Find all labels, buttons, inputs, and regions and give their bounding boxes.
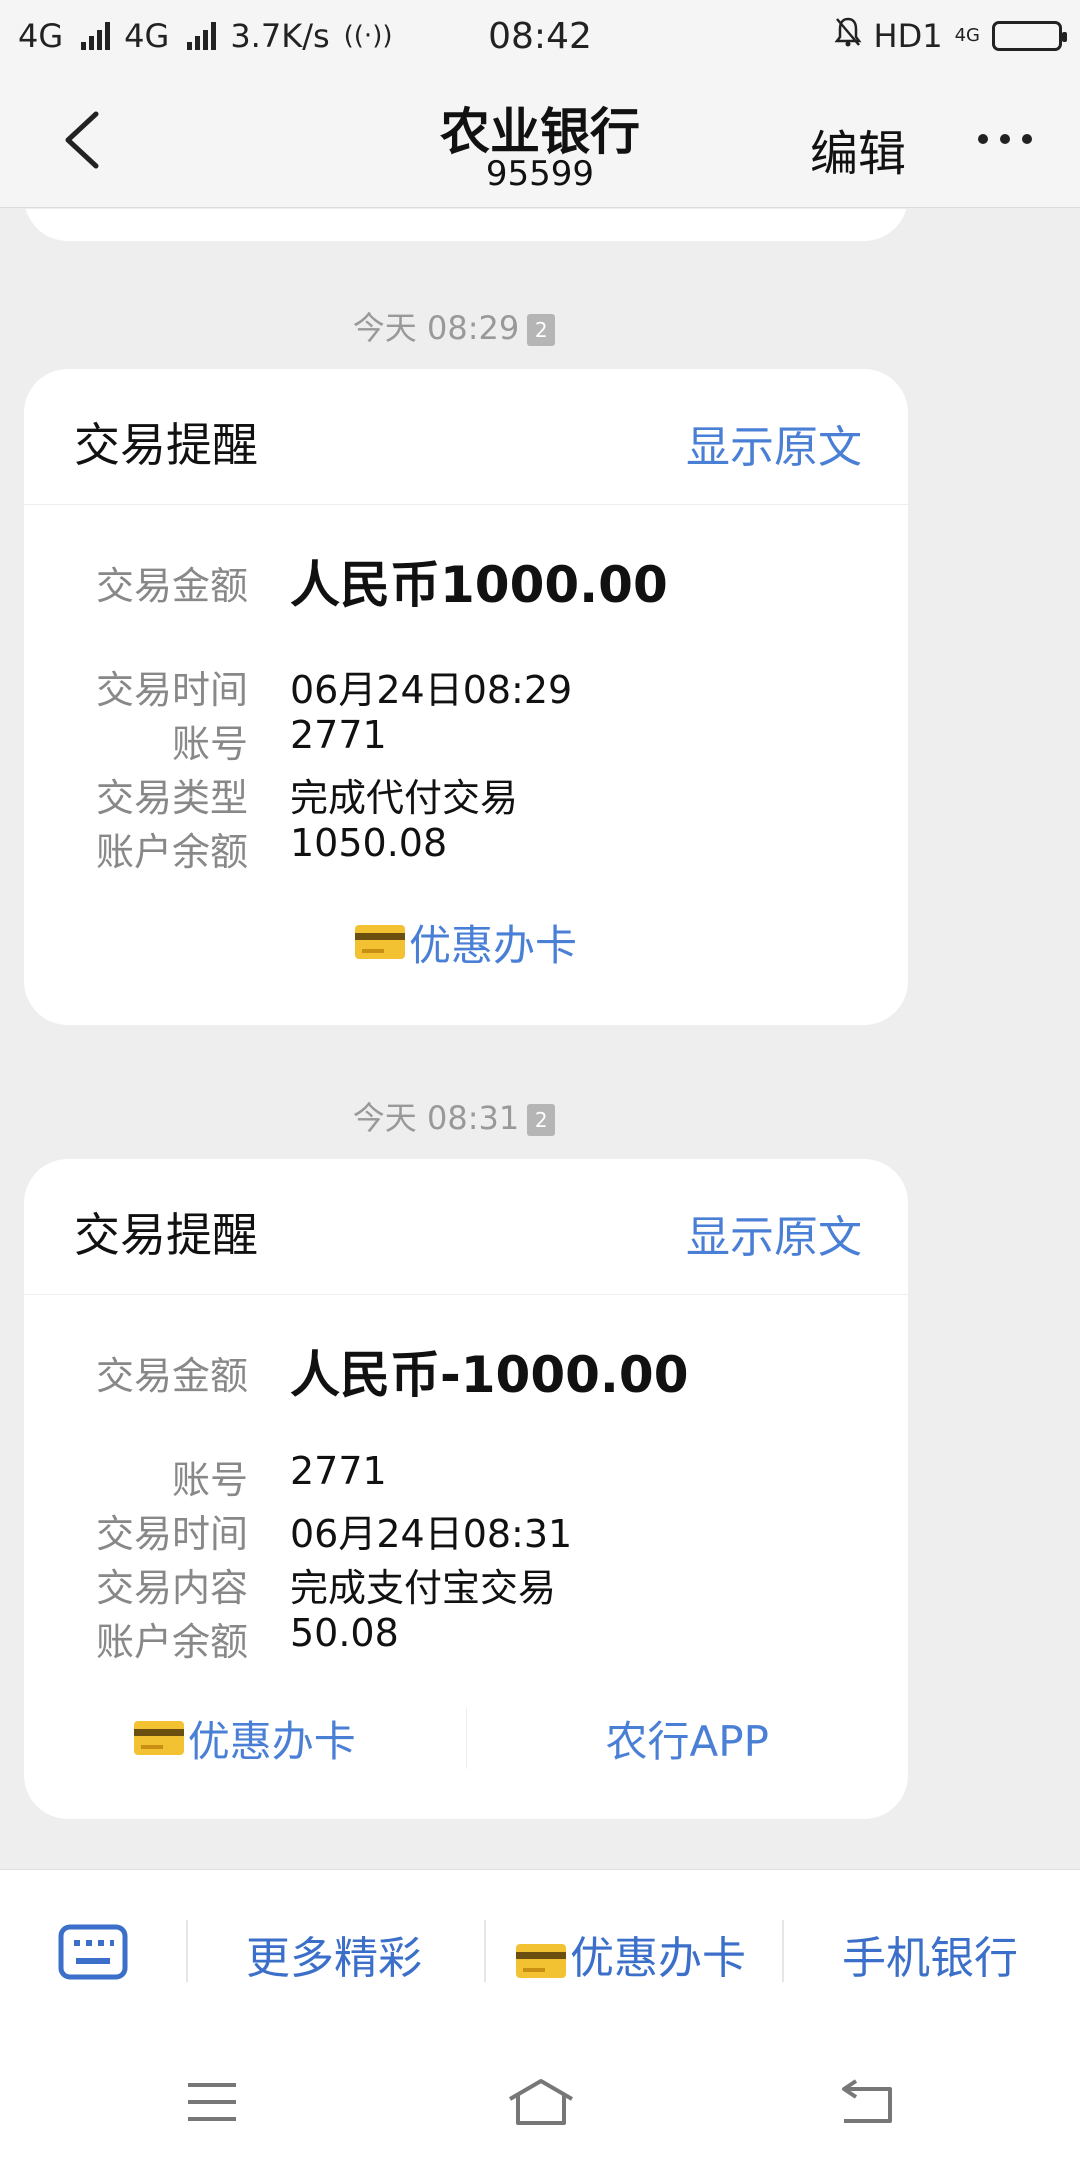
signal-icon [81, 22, 111, 50]
network-type-2: 4G [124, 17, 170, 55]
hd-indicator: HD1 [873, 17, 943, 55]
status-right: HD1 4G [834, 16, 1067, 56]
menu-mobile-banking[interactable]: 手机银行 [842, 1922, 1018, 1986]
edit-button[interactable]: 编辑 [810, 114, 906, 184]
system-nav-bar [0, 2035, 1080, 2160]
hotspot-icon: ((·)) [343, 21, 393, 51]
signal-icon [187, 22, 217, 50]
keyboard-toggle-button[interactable] [58, 1924, 128, 1980]
nav-bar: 农业银行 95599 编辑 [0, 72, 1080, 208]
card-header: 交易提醒 显示原文 [24, 1159, 908, 1295]
card-header: 交易提醒 显示原文 [24, 369, 908, 505]
previous-message-card[interactable] [24, 209, 908, 241]
menu-button[interactable] [182, 2077, 242, 2127]
keyboard-icon [58, 1924, 128, 1980]
menu-icon [188, 2083, 236, 2121]
message-card[interactable]: 交易提醒 显示原文 交易金额 人民币-1000.00 账号 2771 交易时间 … [24, 1159, 908, 1819]
network-speed: 3.7K/s [230, 17, 330, 55]
network-type-3: 4G [954, 25, 980, 46]
menu-more-highlights[interactable]: 更多精彩 [246, 1922, 422, 1986]
menu-apply-card[interactable]: 优惠办卡 [516, 1922, 746, 1986]
apply-card-link[interactable]: 优惠办卡 [24, 897, 908, 987]
more-button[interactable] [978, 134, 1032, 144]
sim-badge: 2 [527, 1104, 556, 1136]
sim-badge: 2 [527, 314, 556, 346]
abc-app-link[interactable]: 农行APP [467, 1693, 909, 1783]
menu-divider [782, 1920, 784, 1982]
return-button[interactable] [838, 2077, 898, 2127]
card-footer-links: 优惠办卡 [24, 897, 908, 987]
show-original-link[interactable]: 显示原文 [686, 1201, 862, 1265]
contact-number: 95599 [485, 154, 595, 194]
card-title: 交易提醒 [74, 418, 258, 472]
bank-card-icon [133, 1721, 184, 1755]
service-menu-bar: 更多精彩 优惠办卡 手机银行 [0, 1869, 1080, 2035]
bank-card-icon [516, 1944, 566, 1978]
message-list[interactable]: 今天 08:29 2 交易提醒 显示原文 交易金额 人民币1000.00 交易时间… [0, 209, 1080, 1869]
home-button[interactable] [506, 2077, 576, 2127]
network-type-1: 4G [18, 17, 64, 55]
amount-label: 交易金额 [95, 1354, 248, 1398]
home-icon [508, 2079, 574, 2125]
status-left: 4G 4G 3.7K/s ((·)) [18, 17, 392, 55]
message-timestamp: 今天 08:31 2 [0, 1093, 908, 1139]
apply-card-link[interactable]: 优惠办卡 [24, 1693, 466, 1783]
show-original-link[interactable]: 显示原文 [686, 411, 862, 475]
card-title: 交易提醒 [74, 1208, 258, 1262]
battery-icon [992, 21, 1067, 51]
return-icon [842, 2079, 892, 2123]
message-timestamp: 今天 08:29 2 [0, 303, 908, 349]
amount-label: 交易金额 [95, 564, 248, 608]
message-card[interactable]: 交易提醒 显示原文 交易金额 人民币1000.00 交易时间 06月24日08:… [24, 369, 908, 1025]
more-dots-icon [978, 134, 988, 144]
card-footer-links: 优惠办卡 农行APP [24, 1693, 908, 1783]
mute-bell-icon [834, 16, 862, 56]
status-bar: 4G 4G 3.7K/s ((·)) 08:42 HD1 4G [0, 0, 1080, 72]
amount-value: 人民币1000.00 [290, 556, 668, 614]
amount-value: 人民币-1000.00 [290, 1346, 689, 1404]
bank-card-icon [354, 925, 405, 959]
menu-divider [186, 1920, 188, 1982]
menu-divider [484, 1920, 486, 1982]
